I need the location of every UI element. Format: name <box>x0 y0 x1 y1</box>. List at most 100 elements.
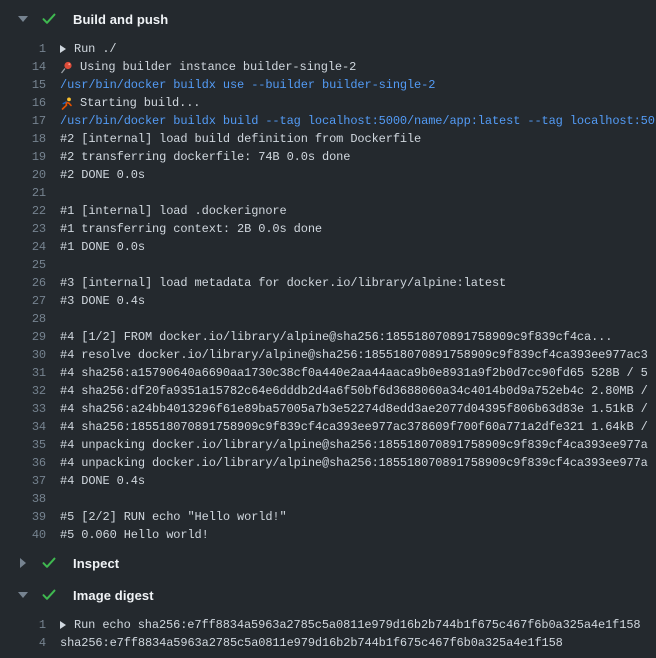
log-text <box>60 256 656 274</box>
line-number[interactable]: 27 <box>0 292 60 310</box>
line-number[interactable]: 19 <box>0 148 60 166</box>
log-line: 15/usr/bin/docker buildx use --builder b… <box>0 76 656 94</box>
line-number[interactable]: 29 <box>0 328 60 346</box>
section-header-build-and-push[interactable]: Build and push <box>0 6 656 32</box>
log-text: #2 transferring dockerfile: 74B 0.0s don… <box>60 148 656 166</box>
line-number[interactable]: 1 <box>0 616 60 634</box>
log-text: #4 sha256:df20fa9351a15782c64e6dddb2d4a6… <box>60 382 656 400</box>
log-line: 39#5 [2/2] RUN echo "Hello world!" <box>0 508 656 526</box>
log-text: Run ./ <box>60 40 656 58</box>
line-number[interactable]: 15 <box>0 76 60 94</box>
line-number[interactable]: 25 <box>0 256 60 274</box>
log-text: #4 DONE 0.4s <box>60 472 656 490</box>
line-number[interactable]: 20 <box>0 166 60 184</box>
log-text: #5 [2/2] RUN echo "Hello world!" <box>60 508 656 526</box>
log-text-content: #3 DONE 0.4s <box>60 292 145 310</box>
log-line: 18#2 [internal] load build definition fr… <box>0 130 656 148</box>
chevron-down-icon[interactable] <box>17 16 29 22</box>
log-text-content: sha256:e7ff8834a5963a2785c5a0811e979d16b… <box>60 634 563 652</box>
workflow-log-viewer: Build and push1Run ./14Using builder ins… <box>0 0 656 658</box>
log-text <box>60 490 656 508</box>
log-text <box>60 310 656 328</box>
log-text: Run echo sha256:e7ff8834a5963a2785c5a081… <box>60 616 656 634</box>
section-title: Build and push <box>73 12 168 27</box>
log-text: Using builder instance builder-single-2 <box>60 58 656 76</box>
log-text-content: #4 sha256:df20fa9351a15782c64e6dddb2d4a6… <box>60 382 648 400</box>
log-line: 27#3 DONE 0.4s <box>0 292 656 310</box>
log-text-content: Starting build... <box>80 94 200 112</box>
log-text: #4 sha256:185518070891758909c9f839cf4ca3… <box>60 418 656 436</box>
log-text-content: #3 [internal] load metadata for docker.i… <box>60 274 506 292</box>
log-line: 16 Starting build... <box>0 94 656 112</box>
line-number[interactable]: 38 <box>0 490 60 508</box>
log-text-content: #4 [1/2] FROM docker.io/library/alpine@s… <box>60 328 612 346</box>
log-line: 31#4 sha256:a15790640a6690aa1730c38cf0a4… <box>0 364 656 382</box>
expand-group-arrow-icon[interactable] <box>60 621 66 629</box>
section-image-digest: Image digest 1Run echo sha256:e7ff8834a59… <box>0 582 656 658</box>
line-number[interactable]: 37 <box>0 472 60 490</box>
log-lines-image-digest: 1Run echo sha256:e7ff8834a5963a2785c5a08… <box>0 608 656 658</box>
log-line: 24#1 DONE 0.0s <box>0 238 656 256</box>
log-text-content: #1 DONE 0.0s <box>60 238 145 256</box>
line-number[interactable]: 36 <box>0 454 60 472</box>
log-line: 19#2 transferring dockerfile: 74B 0.0s d… <box>0 148 656 166</box>
expand-group-arrow-icon[interactable] <box>60 45 66 53</box>
log-line: 28 <box>0 310 656 328</box>
log-text-content: /usr/bin/docker buildx build --tag local… <box>60 112 655 130</box>
line-number[interactable]: 1 <box>0 40 60 58</box>
line-number[interactable]: 39 <box>0 508 60 526</box>
log-text-content: #1 [internal] load .dockerignore <box>60 202 287 220</box>
log-text-content: #2 transferring dockerfile: 74B 0.0s don… <box>60 148 350 166</box>
section-inspect: Inspect <box>0 550 656 582</box>
section-header-image-digest[interactable]: Image digest <box>0 582 656 608</box>
log-text-content: #4 sha256:a15790640a6690aa1730c38cf0a440… <box>60 364 648 382</box>
line-number[interactable]: 16 <box>0 94 60 112</box>
log-text: #4 unpacking docker.io/library/alpine@sh… <box>60 454 656 472</box>
log-text-content: #2 [internal] load build definition from… <box>60 130 421 148</box>
log-text-content: #1 transferring context: 2B 0.0s done <box>60 220 322 238</box>
runner-icon <box>60 97 74 110</box>
line-number[interactable]: 24 <box>0 238 60 256</box>
log-text <box>60 184 656 202</box>
line-number[interactable]: 14 <box>0 58 60 76</box>
log-text-content: Using builder instance builder-single-2 <box>80 58 356 76</box>
log-line: 23#1 transferring context: 2B 0.0s done <box>0 220 656 238</box>
line-number[interactable]: 26 <box>0 274 60 292</box>
log-line: 25 <box>0 256 656 274</box>
line-number[interactable]: 18 <box>0 130 60 148</box>
line-number[interactable]: 40 <box>0 526 60 544</box>
chevron-right-icon[interactable] <box>17 558 29 568</box>
line-number[interactable]: 30 <box>0 346 60 364</box>
line-number[interactable]: 33 <box>0 400 60 418</box>
line-number[interactable]: 22 <box>0 202 60 220</box>
log-text-content: #4 unpacking docker.io/library/alpine@sh… <box>60 436 648 454</box>
log-text: #1 DONE 0.0s <box>60 238 656 256</box>
line-number[interactable]: 17 <box>0 112 60 130</box>
success-check-icon <box>42 589 56 601</box>
log-text-content: #5 [2/2] RUN echo "Hello world!" <box>60 508 287 526</box>
log-text: #2 [internal] load build definition from… <box>60 130 656 148</box>
log-text: #4 sha256:a15790640a6690aa1730c38cf0a440… <box>60 364 656 382</box>
line-number[interactable]: 28 <box>0 310 60 328</box>
log-line: 34#4 sha256:185518070891758909c9f839cf4c… <box>0 418 656 436</box>
log-text: #5 0.060 Hello world! <box>60 526 656 544</box>
line-number[interactable]: 32 <box>0 382 60 400</box>
log-line: 30#4 resolve docker.io/library/alpine@sh… <box>0 346 656 364</box>
line-number[interactable]: 23 <box>0 220 60 238</box>
section-title: Inspect <box>73 556 119 571</box>
line-number[interactable]: 35 <box>0 436 60 454</box>
line-number[interactable]: 4 <box>0 634 60 652</box>
log-line: 33#4 sha256:a24bb4013296f61e89ba57005a7b… <box>0 400 656 418</box>
line-number[interactable]: 31 <box>0 364 60 382</box>
log-text-command: /usr/bin/docker buildx use --builder bui… <box>60 76 656 94</box>
log-line: 21 <box>0 184 656 202</box>
line-number[interactable]: 21 <box>0 184 60 202</box>
section-title: Image digest <box>73 588 154 603</box>
section-header-inspect[interactable]: Inspect <box>0 550 656 576</box>
log-text-command: /usr/bin/docker buildx build --tag local… <box>60 112 656 130</box>
log-line: 22#1 [internal] load .dockerignore <box>0 202 656 220</box>
log-text-content: #4 resolve docker.io/library/alpine@sha2… <box>60 346 648 364</box>
log-text-content: #4 sha256:a24bb4013296f61e89ba57005a7b3e… <box>60 400 648 418</box>
chevron-down-icon[interactable] <box>17 592 29 598</box>
line-number[interactable]: 34 <box>0 418 60 436</box>
